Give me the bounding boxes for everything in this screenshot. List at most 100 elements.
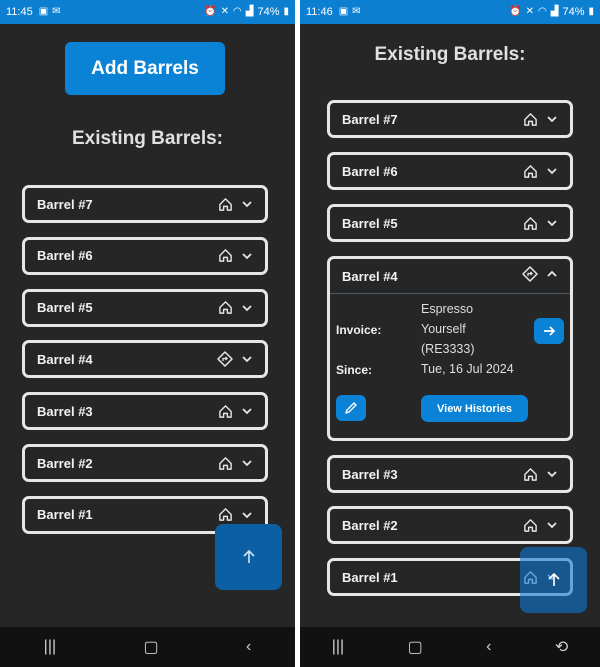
system-icons: ⏰ ✕ ◠ ▟ 74% ▮ — [204, 6, 289, 18]
barrel-row[interactable]: Barrel #5 — [327, 204, 573, 242]
scroll-top-button[interactable] — [215, 524, 282, 590]
barrel-label: Barrel #2 — [37, 455, 93, 471]
directions-icon — [217, 351, 233, 368]
open-invoice-button[interactable] — [534, 318, 564, 344]
home-icon — [218, 404, 233, 419]
barrel-row[interactable]: Barrel #6 — [22, 236, 268, 275]
battery-icon: ▮ — [588, 6, 594, 17]
home-icon — [523, 518, 538, 533]
barrel-label: Barrel #4 — [342, 268, 398, 284]
barrel-icons — [217, 351, 253, 368]
arrow-up-icon — [547, 572, 560, 586]
edit-barrel-button[interactable] — [336, 395, 366, 421]
barrel-row[interactable]: Barrel #2 — [327, 506, 573, 544]
signal-icon: ▟ — [245, 6, 254, 17]
barrel-icons — [218, 248, 253, 263]
barrel-icons — [522, 265, 558, 287]
barrel-icons — [218, 456, 253, 471]
view-histories-button[interactable]: View Histories — [421, 395, 528, 422]
home-nav-icon[interactable]: ▢ — [144, 637, 159, 657]
barrel-row[interactable]: Barrel #5 — [22, 288, 268, 327]
chevron-down-icon — [241, 457, 253, 469]
barrel-label: Barrel #1 — [342, 569, 398, 585]
chevron-down-icon — [241, 198, 253, 210]
barrel-row[interactable]: Barrel #7 — [327, 100, 573, 138]
invoice-line-2: Yourself — [421, 322, 466, 336]
back-icon[interactable]: ‹ — [246, 638, 251, 656]
status-time: 11:45 — [6, 6, 33, 18]
home-nav-icon[interactable]: ▢ — [408, 637, 423, 657]
chevron-down-icon — [241, 509, 253, 521]
home-icon — [218, 248, 233, 263]
barrel-label: Barrel #6 — [342, 163, 398, 179]
gallery-icon: ▣ — [338, 6, 349, 17]
mail-icon: ✉ — [352, 6, 361, 17]
barrel-label: Barrel #4 — [37, 351, 93, 367]
existing-barrels-heading: Existing Barrels: — [72, 128, 223, 149]
alarm-icon: ⏰ — [509, 6, 522, 17]
barrel-icons — [523, 518, 558, 533]
mute-icon: ✕ — [220, 6, 230, 17]
pencil-icon — [345, 402, 357, 414]
home-icon — [523, 164, 538, 179]
barrel-label: Barrel #3 — [342, 466, 398, 482]
invoice-line-1: Espresso — [421, 302, 474, 316]
barrel-row[interactable]: Barrel #3 — [22, 392, 268, 431]
chevron-down-icon — [546, 468, 558, 480]
home-icon — [218, 456, 233, 471]
home-icon — [218, 300, 233, 315]
barrel-icons — [218, 507, 253, 522]
barrel-row[interactable]: Barrel #3 — [327, 455, 573, 493]
barrel-label: Barrel #7 — [37, 196, 93, 212]
barrel-row[interactable]: Barrel #6 — [327, 152, 573, 190]
invoice-line-3: (RE3333) — [421, 342, 475, 356]
mute-icon: ✕ — [525, 6, 535, 17]
barrel-icons — [218, 404, 253, 419]
left-screen: 11:45 ▣ ✉ ⏰ ✕ ◠ ▟ 74% ▮ Add Barrels Exis… — [0, 0, 295, 667]
since-label: Since: — [336, 363, 373, 377]
barrel-label: Barrel #7 — [342, 111, 398, 127]
chevron-down-icon — [241, 250, 253, 262]
home-icon — [218, 197, 233, 212]
status-bar: 11:46 ▣ ✉ ⏰ ✕ ◠ ▟ 74% ▮ — [300, 0, 600, 24]
chevron-down-icon — [546, 519, 558, 531]
notification-icons: ▣ ✉ — [339, 7, 361, 17]
barrel-label: Barrel #2 — [342, 517, 398, 533]
status-time: 11:46 — [306, 6, 333, 18]
barrel-row[interactable]: Barrel #7 — [22, 185, 268, 223]
system-nav-bar: ||| ▢ ‹ — [0, 627, 295, 667]
barrel-icons — [218, 197, 253, 212]
barrel-row[interactable]: Barrel #4 — [22, 340, 268, 379]
barrel-icons — [523, 112, 558, 127]
gallery-icon: ▣ — [38, 6, 49, 17]
back-icon[interactable]: ‹ — [486, 638, 491, 656]
barrel-icons — [523, 467, 558, 482]
barrel-details: Invoice: Since: Espresso Yourself (RE3333) Tu… — [330, 294, 570, 441]
home-icon — [523, 112, 538, 127]
barrel-header[interactable]: Barrel #4 — [330, 259, 570, 294]
home-icon — [523, 467, 538, 482]
main-content: Existing Barrels: Barrel #7 Barrel #6 Barr… — [300, 24, 600, 627]
barrel-label: Barrel #5 — [342, 215, 398, 231]
home-icon — [523, 216, 538, 231]
rotate-icon[interactable]: ⟲ — [555, 637, 568, 657]
system-icons: ⏰ ✕ ◠ ▟ 74% ▮ — [509, 6, 594, 18]
recent-apps-icon[interactable]: ||| — [44, 638, 56, 656]
barrel-expanded-card: Barrel #4 Invoice: Since: Espresso Yourself (… — [327, 256, 573, 441]
chevron-down-icon — [546, 113, 558, 125]
invoice-label: Invoice: — [336, 323, 382, 337]
notification-icons: ▣ ✉ — [39, 7, 61, 17]
barrel-label: Barrel #5 — [37, 300, 93, 316]
chevron-down-icon — [546, 217, 558, 229]
chevron-up-icon — [546, 267, 558, 285]
chevron-down-icon — [241, 302, 253, 314]
barrel-row[interactable]: Barrel #2 — [22, 444, 268, 482]
add-barrels-button[interactable]: Add Barrels — [65, 42, 225, 95]
barrel-icons — [523, 164, 558, 179]
signal-icon: ▟ — [550, 6, 559, 17]
recent-apps-icon[interactable]: ||| — [332, 638, 344, 656]
barrel-label: Barrel #6 — [37, 248, 93, 264]
scroll-top-button[interactable] — [520, 547, 587, 613]
chevron-down-icon — [546, 165, 558, 177]
directions-icon — [522, 265, 538, 287]
